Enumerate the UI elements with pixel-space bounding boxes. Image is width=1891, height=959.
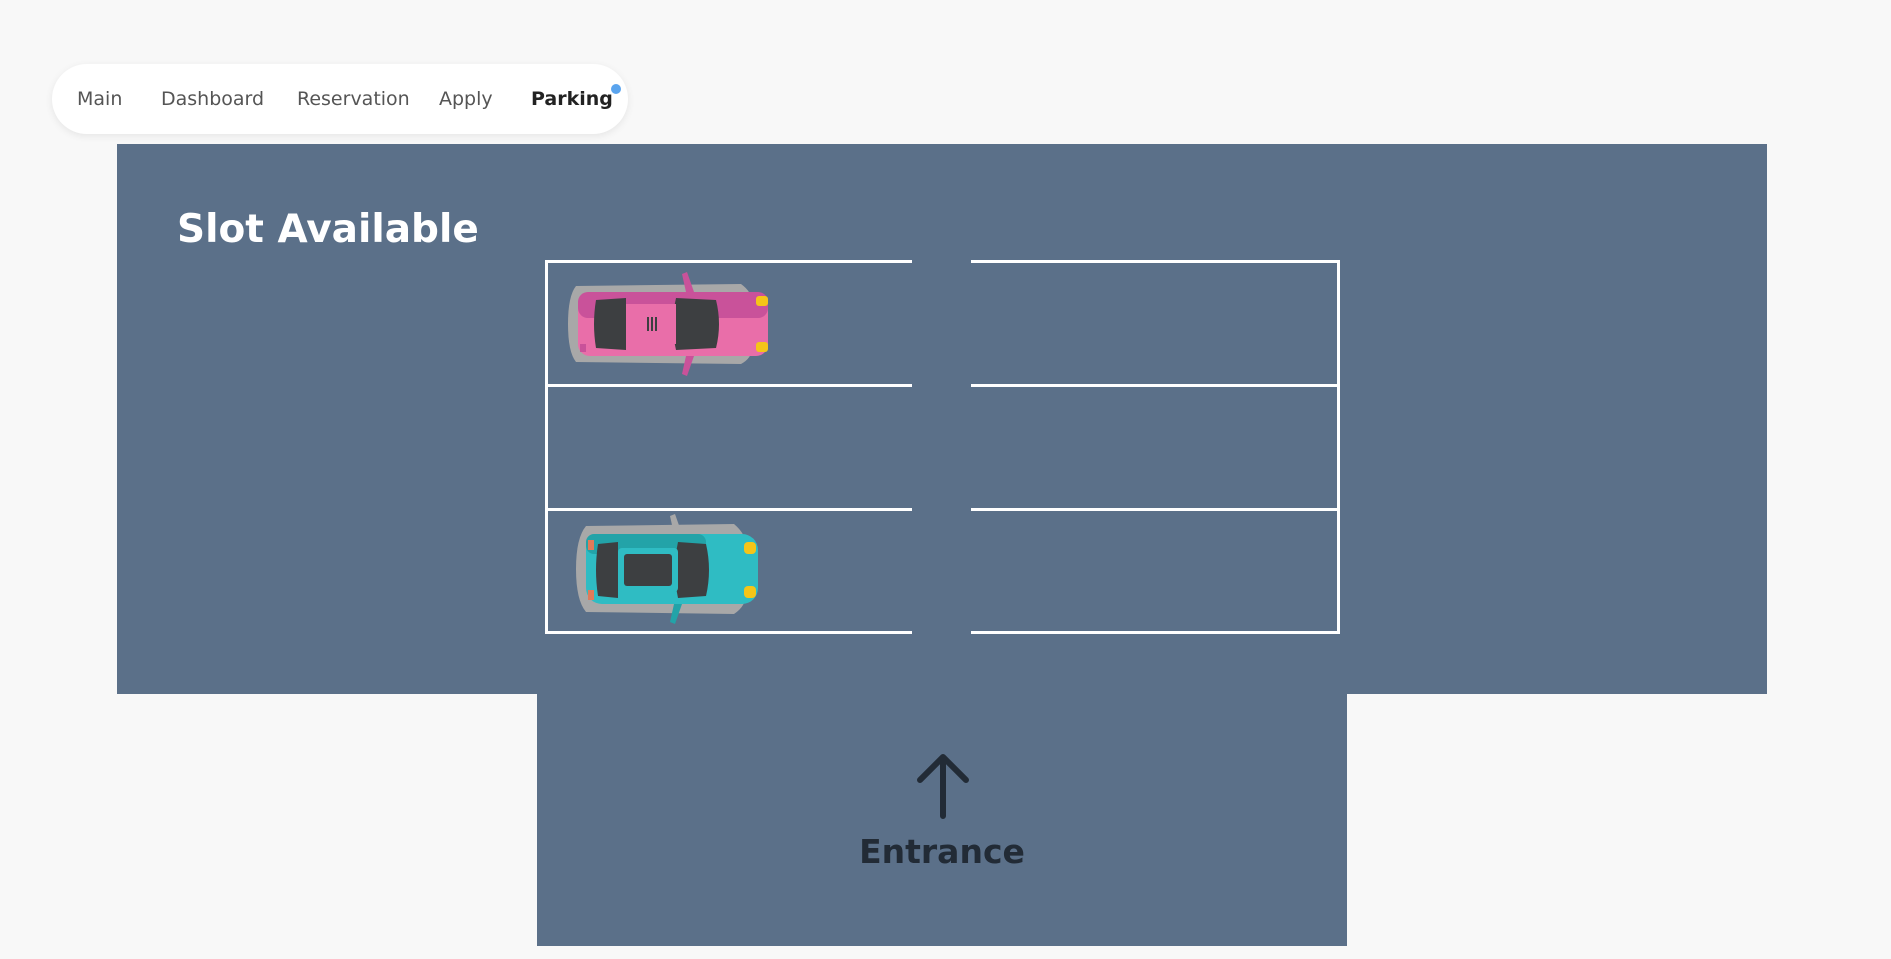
nav-item-dashboard[interactable]: Dashboard xyxy=(161,64,264,134)
active-indicator-dot xyxy=(611,84,621,94)
nav-item-main[interactable]: Main xyxy=(77,64,122,134)
parking-slot-2-left[interactable] xyxy=(545,384,912,510)
arrow-up-icon xyxy=(917,754,969,819)
top-nav: Main Dashboard Reservation Apply Parking xyxy=(52,64,628,134)
lot-title: Slot Available xyxy=(177,207,479,252)
pink-car-icon xyxy=(568,272,768,376)
teal-car-icon xyxy=(576,514,758,624)
nav-item-apply[interactable]: Apply xyxy=(439,64,493,134)
parking-slot-2-right[interactable] xyxy=(971,384,1340,510)
parking-slot-1-right[interactable] xyxy=(971,260,1340,386)
nav-item-parking[interactable]: Parking xyxy=(531,64,613,134)
entrance-label: Entrance xyxy=(859,832,1025,871)
nav-item-reservation[interactable]: Reservation xyxy=(297,64,410,134)
parking-slot-3-right[interactable] xyxy=(971,508,1340,634)
entrance-lane xyxy=(537,694,1347,946)
